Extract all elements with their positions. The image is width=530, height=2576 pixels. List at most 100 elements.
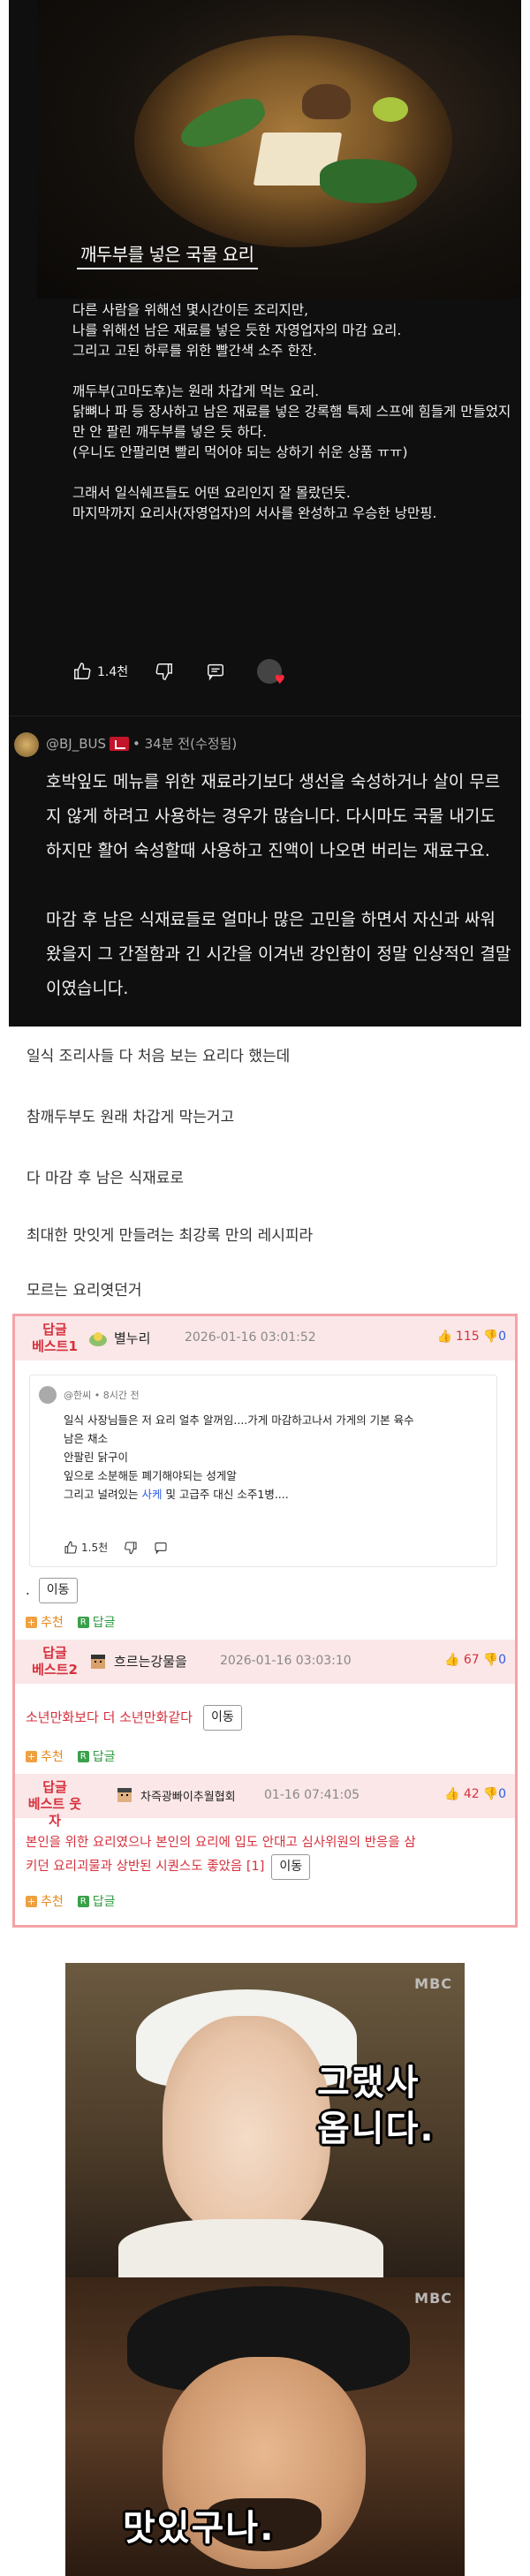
youtube-comment-top: 깨두부를 넣은 국물 요리 다른 사람을 위해선 몇시간이든 조리지만, 나를 … <box>9 0 521 716</box>
thumbs-down-icon <box>155 663 173 680</box>
broadcaster-watermark: MBC <box>414 1975 452 1992</box>
comment-date: 01-16 07:41:05 <box>264 1788 360 1802</box>
reply-button[interactable]: 답글 <box>93 1892 116 1910</box>
best-comment-label: 답글 베스트 웃자 <box>27 1779 82 1829</box>
best-comment-header: 답글 베스트 웃자 차즉광빠이추월협회 01-16 07:41:05 👍 42 … <box>15 1774 515 1829</box>
commenter-nickname[interactable]: 차즉광빠이추월협회 <box>114 1786 236 1804</box>
downvote-count: 0 <box>498 1787 506 1801</box>
meme-image: MBC 그랬사 옵니다. MBC 맛있구나. <box>65 1963 465 2576</box>
member-badge-icon <box>110 736 130 751</box>
reply-icon: R <box>77 1895 89 1907</box>
embedded-comment-actions: 1.5천 <box>64 1540 171 1555</box>
downvote-icon[interactable]: 👎 <box>483 1653 498 1667</box>
downvote-count: 0 <box>498 1330 506 1344</box>
vote-counts: 👍 42 👎 0 <box>444 1787 506 1801</box>
best-comment-label: 답글 베스트1 <box>32 1322 78 1354</box>
vote-counts: 👍 67 👎 0 <box>444 1653 506 1667</box>
top-comment-paragraph: 그래서 일식쉐프들도 어떤 요리인지 잘 몰랐던듯. 마지막까지 요리사(자영업… <box>72 485 437 521</box>
top-comment-text: 다른 사람을 위해선 몇시간이든 조리지만, 나를 위해선 남은 재료를 넣은 … <box>72 300 514 544</box>
best-comment-body: . 이동 <box>26 1578 78 1603</box>
member-level-icon <box>91 1654 105 1669</box>
comment-footer: + 추천 R 답글 <box>26 1892 116 1910</box>
plus-icon: + <box>26 1616 37 1628</box>
post-text-line: 최대한 맛잇게 만들려는 최강록 만의 레시피라 <box>26 1227 314 1245</box>
meme-caption: 그랬사 옵니다. <box>317 2063 435 2149</box>
commenter-nickname[interactable]: 별누리 <box>87 1329 150 1347</box>
recommend-button[interactable]: 추천 <box>41 1892 64 1910</box>
reply-button[interactable]: 답글 <box>93 1613 116 1631</box>
comment-header: @BJ_BUS • 34분 전(수정됨) <box>46 735 238 753</box>
avatar[interactable] <box>14 732 39 757</box>
comment-footer: + 추천 R 답글 <box>26 1613 116 1631</box>
like-button[interactable]: 1.4천 <box>72 662 128 681</box>
upvote-count: 67 <box>463 1653 480 1667</box>
recommend-button[interactable]: 추천 <box>41 1613 64 1631</box>
meme-caption: 맛있구나. <box>123 2508 276 2549</box>
post-text-line: 참깨두부도 원래 차갑게 막는거고 <box>26 1109 235 1126</box>
second-comment-paragraph: 호박잎도 메뉴를 위한 재료라기보다 생선을 숙성하거나 살이 무르지 않게 하… <box>46 772 501 860</box>
food-image-caption: 깨두부를 넣은 국물 요리 <box>77 239 258 269</box>
downvote-icon[interactable]: 👎 <box>483 1330 498 1344</box>
page: 깨두부를 넣은 국물 요리 다른 사람을 위해선 몇시간이든 조리지만, 나를 … <box>0 0 530 2576</box>
like-count: 1.4천 <box>97 665 129 679</box>
reply-icon: R <box>77 1616 89 1628</box>
upvote-icon[interactable]: 👍 <box>444 1653 459 1667</box>
reply-icon: R <box>77 1750 89 1762</box>
highlight-link: 사케 <box>141 1488 163 1501</box>
second-comment-text: 호박잎도 메뉴를 위한 재료라기보다 생선을 숙성하거나 살이 무르지 않게 하… <box>46 765 514 1041</box>
move-button[interactable]: 이동 <box>271 1854 311 1880</box>
plus-icon: + <box>26 1895 37 1907</box>
best-comment-label: 답글 베스트2 <box>32 1645 78 1678</box>
recommend-button[interactable]: 추천 <box>41 1747 64 1765</box>
comment-icon <box>155 1542 167 1555</box>
post-text-line: 다 마감 후 남은 식재료로 <box>26 1170 185 1187</box>
comment-time: 34분 전(수정됨) <box>144 736 238 752</box>
upvote-count: 42 <box>463 1787 480 1801</box>
top-comment-paragraph: 깨두부(고마도후)는 원래 차갑게 먹는 요리. 닭뼈나 파 등 장사하고 남은… <box>72 383 511 460</box>
move-button[interactable]: 이동 <box>202 1705 242 1731</box>
reply-button[interactable]: 답글 <box>93 1747 116 1765</box>
dislike-button[interactable] <box>155 662 179 681</box>
vote-counts: 👍 115 👎 0 <box>436 1330 506 1344</box>
youtube-comment-second: @BJ_BUS • 34분 전(수정됨) 호박잎도 메뉴를 위한 재료라기보다 … <box>9 716 521 1027</box>
member-level-icon <box>117 1788 132 1802</box>
comment-date: 2026-01-16 03:03:10 <box>220 1654 352 1668</box>
downvote-icon[interactable]: 👎 <box>483 1787 498 1801</box>
embedded-like-count: 1.5천 <box>81 1542 109 1554</box>
comment-footer: + 추천 R 답글 <box>26 1747 116 1765</box>
food-image: 깨두부를 넣은 국물 요리 <box>37 0 521 299</box>
best-comment-body: 본인을 위한 요리였으나 본인의 요리에 입도 안대고 심사위원의 반응을 삼 … <box>26 1832 416 1880</box>
comment-username[interactable]: @BJ_BUS <box>46 736 106 752</box>
comment-icon <box>208 663 224 681</box>
commenter-nickname[interactable]: 흐르는강물을 <box>87 1652 187 1671</box>
upvote-icon[interactable]: 👍 <box>444 1787 459 1801</box>
post-text-line: 모르는 요리엿던거 <box>26 1282 142 1299</box>
second-comment-paragraph: 마감 후 남은 식재료들로 얼마나 많은 고민을 하면서 자신과 싸워 왔을지 … <box>46 910 511 998</box>
reply-button[interactable] <box>206 662 231 681</box>
downvote-count: 0 <box>498 1653 506 1667</box>
thumbs-up-icon <box>74 663 91 679</box>
comment-date: 2026-01-16 03:01:52 <box>185 1330 316 1345</box>
member-level-icon <box>89 1331 107 1346</box>
thumbs-up-icon <box>64 1541 77 1554</box>
best-comment-body: 소년만화보다 더 소년만화같다 이동 <box>26 1705 242 1731</box>
best-comments-box: 답글 베스트1 별누리 2026-01-16 03:01:52 👍 115 👎 … <box>12 1314 518 1928</box>
post-text-line: 일식 조리사들 다 처음 보는 요리다 했는데 <box>26 1048 291 1065</box>
avatar <box>39 1386 57 1404</box>
embedded-comment-header: @한씨 • 8시간 전 <box>64 1390 140 1401</box>
meme-panel-bottom: MBC 맛있구나. <box>65 2277 465 2576</box>
embedded-comment-text: 일식 사장님들은 저 요리 얼추 알꺼임....가게 마감하고나서 가게의 기본… <box>64 1413 414 1501</box>
meme-panel-top: MBC 그랬사 옵니다. <box>65 1963 465 2290</box>
top-comment-paragraph: 다른 사람을 위해선 몇시간이든 조리지만, 나를 위해선 남은 재료를 넣은 … <box>72 302 402 359</box>
move-button[interactable]: 이동 <box>38 1578 78 1603</box>
creator-heart-icon <box>257 659 285 687</box>
best-comment-header: 답글 베스트1 별누리 2026-01-16 03:01:52 👍 115 👎 … <box>15 1316 515 1360</box>
upvote-count: 115 <box>455 1330 480 1344</box>
embedded-screenshot: @한씨 • 8시간 전 일식 사장님들은 저 요리 얼추 알꺼임....가게 마… <box>29 1375 497 1567</box>
thumbs-down-icon <box>125 1541 137 1554</box>
top-comment-actions: 1.4천 <box>72 658 285 687</box>
best-comment-header: 답글 베스트2 흐르는강물을 2026-01-16 03:03:10 👍 67 … <box>15 1640 515 1684</box>
plus-icon: + <box>26 1750 37 1762</box>
broadcaster-watermark: MBC <box>414 2290 452 2307</box>
upvote-icon[interactable]: 👍 <box>436 1330 451 1344</box>
